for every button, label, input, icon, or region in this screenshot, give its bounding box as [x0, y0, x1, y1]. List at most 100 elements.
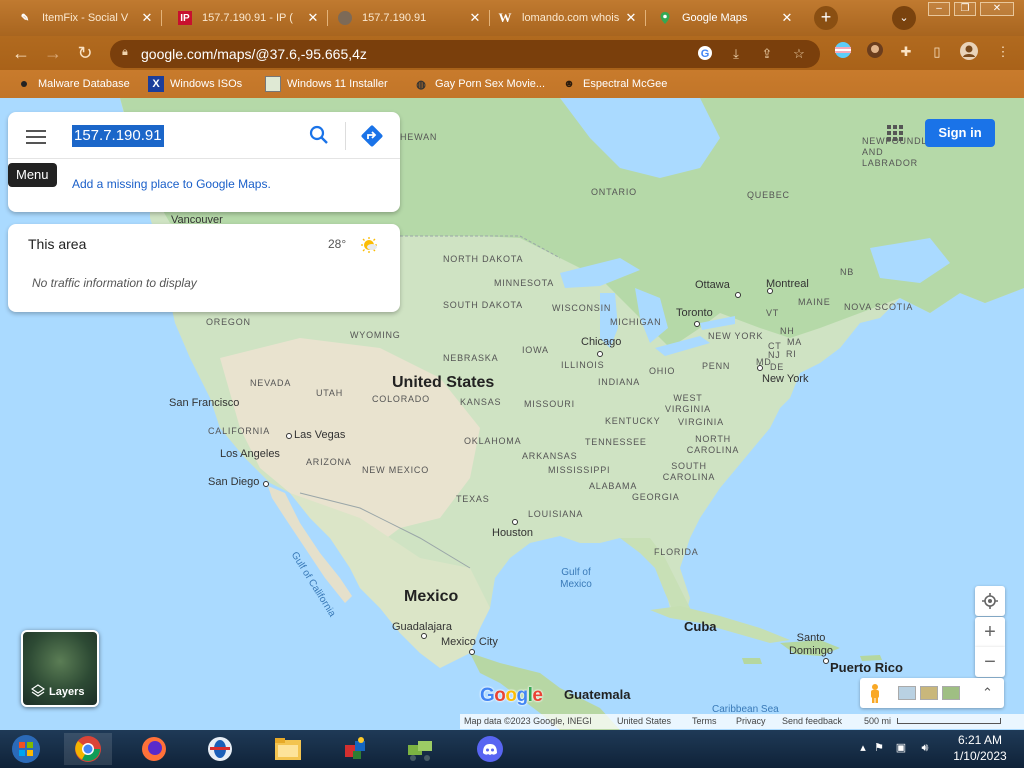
discord-taskbar-icon[interactable]	[466, 733, 514, 765]
tab-ip-lookup[interactable]: IP 157.7.190.91 - IP ( ✕	[170, 4, 328, 32]
map-label-state[interactable]: MICHIGAN	[610, 317, 661, 327]
zoom-out-button[interactable]: −	[975, 647, 1005, 677]
tab-search-chevron-icon[interactable]: ⌄	[892, 6, 916, 30]
map-label-state[interactable]: ARIZONA	[306, 457, 352, 467]
network-app-taskbar-icon[interactable]	[396, 733, 444, 765]
share-icon[interactable]: ⇪	[758, 45, 776, 63]
network-icon[interactable]: ▣	[894, 741, 908, 755]
google-apps-grid-icon[interactable]	[886, 124, 904, 142]
hamburger-menu-icon[interactable]	[26, 130, 46, 144]
side-panel-icon[interactable]: ▯	[926, 41, 948, 63]
send-feedback-link[interactable]: Send feedback	[782, 716, 842, 726]
chrome-menu-icon[interactable]: ⋮	[992, 41, 1014, 63]
restore-window-icon[interactable]: ❐	[954, 2, 976, 16]
scale-label[interactable]: 500 mi	[864, 716, 891, 726]
close-tab-icon[interactable]: ✕	[306, 10, 320, 26]
map-label-state[interactable]: WEST VIRGINIA	[665, 393, 711, 415]
map-label-state[interactable]: MINNESOTA	[494, 278, 554, 288]
map-label-city[interactable]: Toronto	[676, 307, 713, 319]
extensions-puzzle-icon[interactable]: ✚	[895, 41, 917, 63]
layers-button[interactable]: Layers	[21, 630, 99, 707]
map-label-state[interactable]: ONTARIO	[591, 187, 637, 197]
map-label-state[interactable]: DE	[770, 362, 784, 372]
city-marker[interactable]	[421, 633, 427, 639]
map-label-state[interactable]: OREGON	[206, 317, 251, 327]
map-label-state[interactable]: LOUISIANA	[528, 509, 583, 519]
flag-extension-icon[interactable]	[832, 41, 854, 63]
city-marker[interactable]	[286, 433, 292, 439]
pegman-icon[interactable]	[868, 683, 882, 703]
city-marker[interactable]	[694, 321, 700, 327]
map-label-state[interactable]: KANSAS	[460, 397, 501, 407]
map-label-city[interactable]: Ottawa	[695, 279, 730, 291]
map-label-state[interactable]: GEORGIA	[632, 492, 680, 502]
map-label-state[interactable]: NEW MEXICO	[362, 465, 429, 475]
satellite-thumbnail[interactable]	[920, 686, 938, 700]
terrain-thumbnail[interactable]	[898, 686, 916, 700]
map-label-state[interactable]: SOUTH CAROLINA	[660, 461, 718, 483]
map-label-state[interactable]: IOWA	[522, 345, 549, 355]
map-label-state[interactable]: ARKANSAS	[522, 451, 577, 461]
paint-app-taskbar-icon[interactable]	[332, 733, 380, 765]
map-label-city[interactable]: New York	[762, 373, 808, 385]
city-marker[interactable]	[597, 351, 603, 357]
map-label-country[interactable]: United States	[392, 374, 494, 392]
map-label-state[interactable]: VIRGINIA	[678, 417, 724, 427]
city-marker[interactable]	[263, 481, 269, 487]
map-label-state[interactable]: NH	[780, 326, 795, 336]
map-label-city[interactable]: Houston	[492, 527, 533, 539]
map-label-state[interactable]: TEXAS	[456, 494, 490, 504]
opera-taskbar-icon[interactable]	[196, 733, 244, 765]
map-label-city[interactable]: Guadalajara	[392, 621, 452, 633]
expand-chevron-icon[interactable]: ⌃	[982, 685, 993, 701]
map-label-state[interactable]: HEWAN	[400, 132, 437, 142]
map-label-country[interactable]: Cuba	[684, 619, 717, 634]
map-label-city[interactable]: Mexico City	[441, 636, 498, 648]
install-app-icon[interactable]: ⤓	[727, 45, 745, 63]
map-label-state[interactable]: FLORIDA	[654, 547, 699, 557]
map-label-state[interactable]: WYOMING	[350, 330, 401, 340]
start-orb-icon[interactable]	[2, 733, 50, 765]
map-label-state[interactable]: RI	[786, 349, 797, 359]
map-label-state[interactable]: QUEBEC	[747, 190, 790, 200]
search-icon[interactable]	[308, 124, 330, 146]
zoom-in-button[interactable]: +	[975, 617, 1005, 647]
map-label-city[interactable]: Montreal	[766, 278, 809, 290]
sign-in-button[interactable]: Sign in	[925, 119, 995, 147]
bookmark-windows-11-installer[interactable]: Windows 11 Installer	[265, 76, 388, 92]
bookmark-star-icon[interactable]: ☆	[790, 45, 808, 63]
map-label-country[interactable]: Guatemala	[564, 687, 630, 702]
region-link[interactable]: United States	[617, 716, 671, 726]
map-label-state[interactable]: TENNESSEE	[585, 437, 647, 447]
close-tab-icon[interactable]: ✕	[780, 10, 794, 26]
map-label-state[interactable]: MISSISSIPPI	[548, 465, 610, 475]
map-label-state[interactable]: ILLINOIS	[561, 360, 604, 370]
minimize-window-icon[interactable]: –	[928, 2, 950, 16]
avatar-extension-icon[interactable]	[864, 41, 886, 63]
tab-google-maps[interactable]: Google Maps ✕	[650, 4, 802, 32]
search-input[interactable]: 157.7.190.91	[72, 125, 164, 147]
map-label-city[interactable]: San Francisco	[169, 397, 239, 409]
map-label-state[interactable]: NEVADA	[250, 378, 291, 388]
map-label-state[interactable]: KENTUCKY	[605, 416, 660, 426]
map-label-state[interactable]: CALIFORNIA	[208, 426, 270, 436]
map-label-state[interactable]: NB	[840, 267, 854, 277]
map-label-state[interactable]: MA	[787, 337, 802, 347]
chrome-taskbar-icon[interactable]	[64, 733, 112, 765]
forward-arrow-icon[interactable]: →	[42, 42, 64, 64]
city-marker[interactable]	[512, 519, 518, 525]
directions-icon[interactable]	[360, 124, 384, 148]
map-label-state[interactable]: WISCONSIN	[552, 303, 611, 313]
action-center-flag-icon[interactable]: ⚑	[872, 741, 886, 755]
tab-whois[interactable]: W lomando.com whois ✕	[490, 4, 646, 32]
map-label-state[interactable]: NORTH DAKOTA	[443, 254, 523, 264]
map-label-city[interactable]: Las Vegas	[294, 429, 345, 441]
address-bar[interactable]: 🔒︎ google.com/maps/@37.6,-95.665,4z G ⤓ …	[110, 40, 820, 68]
map-label-state[interactable]: COLORADO	[372, 394, 430, 404]
map-label-state[interactable]: NORTH CAROLINA	[683, 434, 743, 456]
map-label-state[interactable]: MISSOURI	[524, 399, 575, 409]
new-tab-button[interactable]: +	[814, 6, 838, 30]
close-tab-icon[interactable]: ✕	[140, 10, 154, 26]
map-label-city[interactable]: Santo Domingo	[781, 632, 841, 658]
file-explorer-taskbar-icon[interactable]	[264, 733, 312, 765]
